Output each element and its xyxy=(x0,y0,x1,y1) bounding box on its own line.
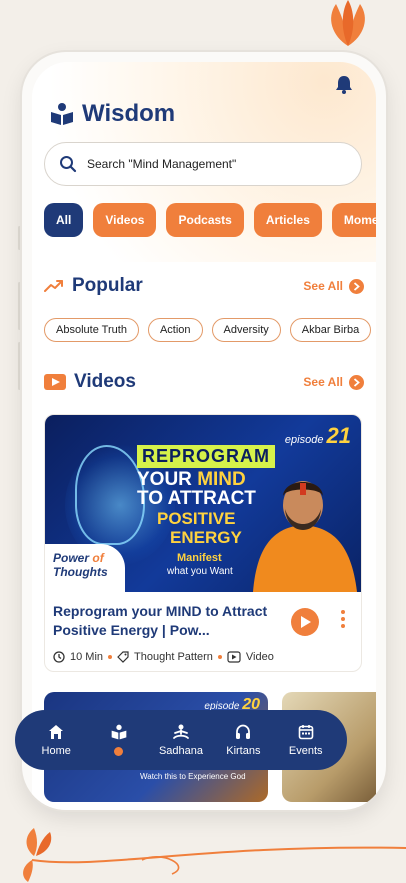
active-indicator-dot xyxy=(114,747,124,756)
more-options-icon[interactable] xyxy=(341,610,345,628)
flower-vine-decoration-icon xyxy=(23,828,406,882)
thumbnail-line: YOUR MIND xyxy=(137,470,246,489)
video-tag: Thought Pattern xyxy=(134,650,213,663)
play-button[interactable] xyxy=(291,608,319,636)
search-placeholder: Search "Mind Management" xyxy=(87,157,237,171)
search-icon xyxy=(60,156,77,173)
popular-tag[interactable]: Action xyxy=(147,318,203,342)
phone-side-button xyxy=(18,342,21,390)
thumbnail-line: ENERGY xyxy=(170,528,242,547)
video-thumbnail[interactable]: episode 21 REPROGRAM YOUR MIND TO ATTRAC… xyxy=(45,415,361,592)
chevron-right-icon xyxy=(349,374,364,390)
category-chip-moments[interactable]: Momen xyxy=(331,203,376,237)
nav-label: Home xyxy=(41,744,71,757)
home-icon xyxy=(49,724,64,739)
video-duration: 10 Min xyxy=(70,650,104,663)
bottom-navigation: Home Sadhana Kirtans Events xyxy=(15,710,347,770)
speaker-image xyxy=(253,481,357,592)
flower-decoration-icon xyxy=(331,0,365,46)
episode-number: 21 xyxy=(326,423,351,448)
wisdom-book-icon xyxy=(51,103,73,125)
popular-tag[interactable]: Adversity xyxy=(211,318,281,342)
thumbnail-line: POSITIVE xyxy=(157,509,236,528)
video-meta: 10 Min Thought Pattern Video xyxy=(53,651,353,663)
wisdom-icon xyxy=(111,724,126,740)
bell-icon[interactable] xyxy=(335,74,353,94)
see-all-label: See All xyxy=(303,375,343,389)
nav-events[interactable]: Events xyxy=(283,724,329,757)
badge-line1: Power xyxy=(53,551,90,565)
videos-see-all-link[interactable]: See All xyxy=(303,374,364,390)
nav-label: Kirtans xyxy=(226,744,261,757)
nav-label: Sadhana xyxy=(158,744,203,757)
category-filter: All Videos Podcasts Articles Momen xyxy=(44,203,376,237)
phone-side-button xyxy=(18,282,21,330)
videos-heading: Videos xyxy=(74,371,136,392)
see-all-label: See All xyxy=(303,279,343,293)
featured-video-card[interactable]: episode 21 REPROGRAM YOUR MIND TO ATTRAC… xyxy=(44,414,362,672)
nav-kirtans[interactable]: Kirtans xyxy=(220,724,266,757)
trending-up-icon xyxy=(44,280,63,292)
search-bar[interactable]: Search "Mind Management" xyxy=(44,142,362,186)
video-title[interactable]: Reprogram your MIND to Attract Positive … xyxy=(53,602,279,641)
nav-label: Events xyxy=(288,744,323,757)
episode-word: episode xyxy=(284,434,324,446)
videos-section-header: Videos See All xyxy=(44,371,364,393)
thumbnail-manifest-sub: what you Want xyxy=(167,566,233,577)
video-type: Video xyxy=(245,650,274,663)
popular-tag[interactable]: Akbar Birba xyxy=(289,318,372,342)
badge-line2: Thoughts xyxy=(53,564,108,579)
meta-separator xyxy=(217,654,222,659)
video-caption: Watch this to Experience God xyxy=(140,772,246,781)
page-header: Wisdom xyxy=(50,100,175,128)
headphones-icon xyxy=(236,724,251,739)
popular-tags: Absolute Truth Action Adversity Akbar Bi… xyxy=(44,318,372,342)
video-play-icon xyxy=(44,374,66,390)
popular-section-header: Popular See All xyxy=(44,275,364,297)
meta-separator xyxy=(108,654,113,659)
category-chip-articles[interactable]: Articles xyxy=(253,203,322,237)
popular-tag[interactable]: Absolute Truth xyxy=(44,318,139,342)
meditation-icon xyxy=(173,724,189,739)
badge-of: of xyxy=(92,551,104,565)
phone-frame: Wisdom Search "Mind Management" All Vide… xyxy=(22,52,386,810)
nav-wisdom[interactable] xyxy=(96,724,142,756)
nav-sadhana[interactable]: Sadhana xyxy=(158,724,204,757)
category-chip-podcasts[interactable]: Podcasts xyxy=(166,203,244,237)
page-title: Wisdom xyxy=(82,100,176,127)
category-chip-all[interactable]: All xyxy=(44,203,84,237)
power-of-thoughts-badge: Power of Thoughts xyxy=(45,544,125,592)
chevron-right-icon xyxy=(349,278,364,294)
thumbnail-line-highlight: MIND xyxy=(197,469,246,490)
nav-home[interactable]: Home xyxy=(33,724,79,757)
video-card-body: Reprogram your MIND to Attract Positive … xyxy=(45,592,361,663)
thumbnail-line-prefix: YOUR xyxy=(137,469,198,490)
app-screen: Wisdom Search "Mind Management" All Vide… xyxy=(32,62,376,810)
clock-icon xyxy=(53,650,65,663)
tag-icon xyxy=(117,651,129,663)
popular-see-all-link[interactable]: See All xyxy=(303,278,364,294)
thumbnail-manifest: Manifest xyxy=(177,552,222,564)
video-type-icon xyxy=(227,651,241,663)
thumbnail-line: TO ATTRACT xyxy=(137,488,256,509)
category-chip-videos[interactable]: Videos xyxy=(93,203,157,237)
episode-label: episode 21 xyxy=(285,423,351,449)
play-icon xyxy=(301,616,311,628)
phone-side-button xyxy=(18,226,21,250)
popular-heading: Popular xyxy=(72,275,143,296)
calendar-icon xyxy=(298,724,314,739)
